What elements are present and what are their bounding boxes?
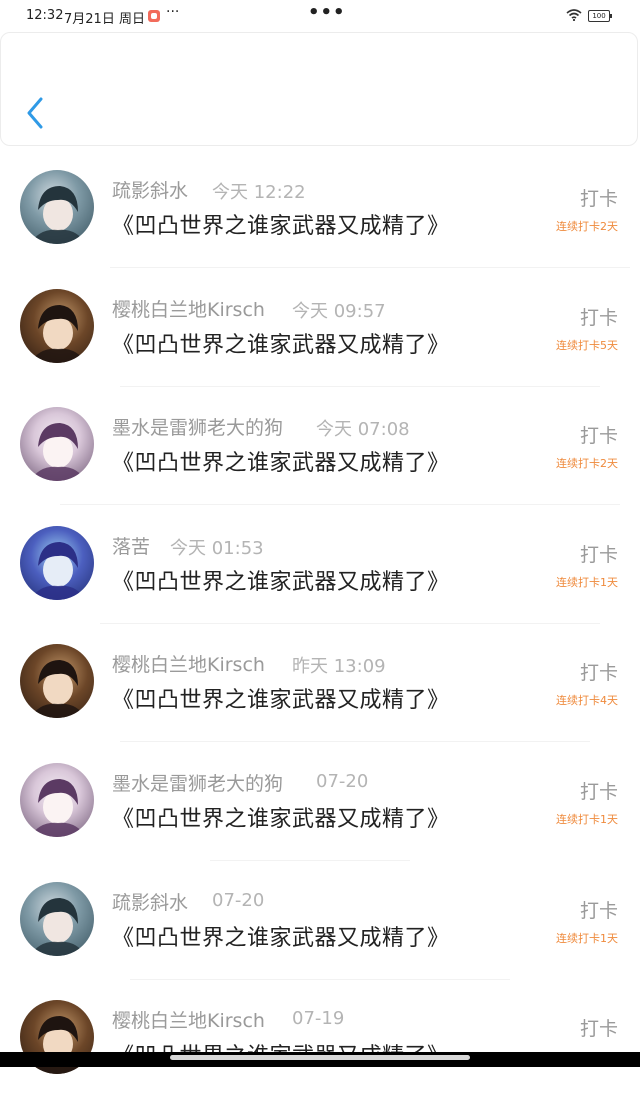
checkin-label: 打卡 <box>579 781 618 803</box>
checkin-time: 07-20 <box>212 889 265 911</box>
checkin-label: 打卡 <box>579 662 618 685</box>
checkin-row[interactable]: 樱桃白兰地Kirsch07-19《凹凸世界之谁家武器又成精了》打卡 <box>0 980 640 1098</box>
streak-badge: 连续打卡2天 <box>556 457 618 471</box>
app-notification-icon <box>148 10 160 22</box>
checkin-row[interactable]: 疏影斜水 今天 12:22 《凹凸世界之谁家武器又成精了》 打卡连续打卡2天 <box>0 150 640 268</box>
checkin-label: 打卡 <box>579 306 618 329</box>
user-name[interactable]: 樱桃白兰地Kirsch <box>112 295 265 322</box>
avatar[interactable] <box>20 881 94 956</box>
user-name[interactable]: 落苦 <box>112 532 150 559</box>
checkin-time: 今天 01:53 <box>170 537 264 559</box>
more-notifications-icon: ··· <box>166 4 180 20</box>
user-name[interactable]: 墨水是雷狮老大的狗 <box>112 769 283 796</box>
battery-icon: 100 <box>588 10 612 22</box>
checkin-row[interactable]: 墨水是雷狮老大的狗 今天 07:08 《凹凸世界之谁家武器又成精了》 打卡连续打卡2天 <box>0 387 640 506</box>
avatar[interactable] <box>20 763 94 837</box>
streak-badge: 连续打卡5天 <box>556 338 618 352</box>
checkin-row[interactable]: 樱桃白兰地Kirsch 今天 09:57 《凹凸世界之谁家武器又成精了》 打卡连续打卡… <box>0 269 640 387</box>
book-title[interactable]: 《凹凸世界之谁家武器又成精了》 <box>112 801 450 833</box>
user-name[interactable]: 墨水是雷狮老大的狗 <box>112 413 283 440</box>
checkin-row[interactable]: 落苦 今天 01:53 《凹凸世界之谁家武器又成精了》 打卡连续打卡1天 <box>0 506 640 624</box>
book-title[interactable]: 《凹凸世界之谁家武器又成精了》 <box>112 327 450 359</box>
book-title[interactable]: 《凹凸世界之谁家武器又成精了》 <box>112 920 450 952</box>
streak-badge: 连续打卡1天 <box>556 931 618 945</box>
checkin-time: 昨天 13:09 <box>292 656 386 678</box>
avatar[interactable] <box>20 288 94 363</box>
user-name[interactable]: 樱桃白兰地Kirsch <box>112 650 265 677</box>
checkin-label: 打卡 <box>579 1018 618 1041</box>
book-title[interactable]: 《凹凸世界之谁家武器又成精了》 <box>112 564 450 596</box>
streak-badge: 连续打卡2天 <box>556 220 618 233</box>
checkin-row[interactable]: 墨水是雷狮老大的狗 07-20 《凹凸世界之谁家武器又成精了》 打卡连续打卡1天 <box>0 743 640 861</box>
checkin-label: 打卡 <box>579 899 618 922</box>
back-arrow-icon[interactable] <box>23 95 47 131</box>
avatar[interactable] <box>20 170 94 244</box>
checkin-label: 打卡 <box>579 188 618 210</box>
status-date: 7月21日 周日 <box>64 12 145 27</box>
checkin-row[interactable]: 樱桃白兰地Kirsch 昨天 13:09 《凹凸世界之谁家武器又成精了》 打卡连续打卡… <box>0 624 640 743</box>
user-name[interactable]: 疏影斜水 <box>112 176 188 203</box>
top-bar <box>0 32 638 146</box>
user-name[interactable]: 疏影斜水 <box>112 888 188 915</box>
checkin-row[interactable]: 疏影斜水 07-20 《凹凸世界之谁家武器又成精了》 打卡连续打卡1天 <box>0 862 640 980</box>
streak-badge: 连续打卡4天 <box>556 694 618 708</box>
book-title[interactable]: 《凹凸世界之谁家武器又成精了》 <box>112 208 450 240</box>
multitask-dots-icon[interactable]: ••• <box>308 2 346 23</box>
checkin-time: 07-19 <box>292 1008 345 1030</box>
status-bar: 12:32 7月21日 周日 ··· ••• 100 <box>0 0 640 32</box>
book-title[interactable]: 《凹凸世界之谁家武器又成精了》 <box>112 682 450 714</box>
avatar[interactable] <box>20 525 94 600</box>
checkin-label: 打卡 <box>579 425 618 448</box>
checkin-time: 07-20 <box>316 771 369 792</box>
avatar[interactable] <box>20 644 94 719</box>
home-indicator[interactable] <box>170 1055 470 1060</box>
avatar[interactable] <box>20 407 94 482</box>
checkin-label: 打卡 <box>579 543 618 566</box>
checkin-time: 今天 07:08 <box>316 419 410 441</box>
status-time: 12:32 <box>26 8 64 23</box>
user-name[interactable]: 樱桃白兰地Kirsch <box>112 1006 265 1033</box>
wifi-icon <box>566 9 582 21</box>
checkin-time: 今天 09:57 <box>292 300 386 322</box>
checkin-time: 今天 12:22 <box>212 182 306 203</box>
streak-badge: 连续打卡1天 <box>556 813 618 826</box>
book-title[interactable]: 《凹凸世界之谁家武器又成精了》 <box>112 445 450 477</box>
streak-badge: 连续打卡1天 <box>556 575 618 589</box>
